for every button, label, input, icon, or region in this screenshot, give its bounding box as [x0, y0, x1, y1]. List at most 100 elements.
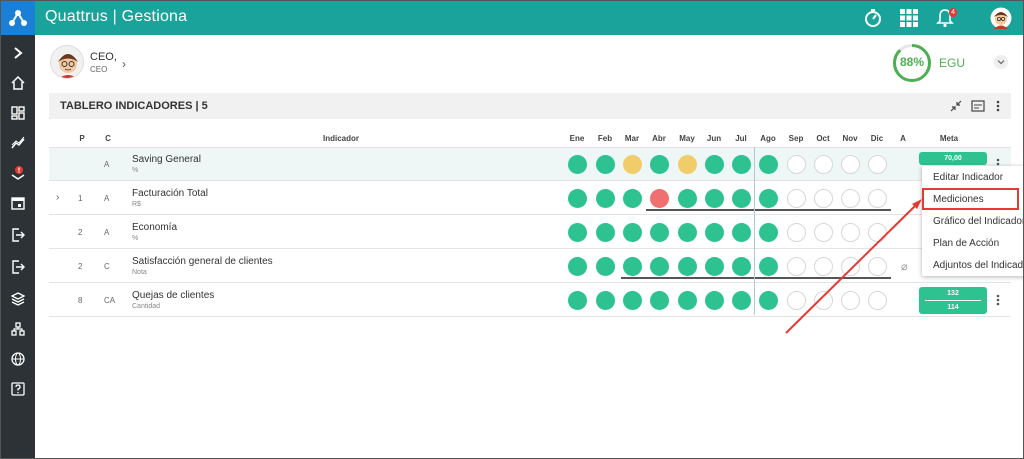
month-status-green[interactable]: [677, 189, 697, 208]
table-row[interactable]: 8 CA Quejas de clientes Cantidad 132 114: [49, 284, 1011, 317]
month-status-empty[interactable]: [786, 223, 806, 242]
user-avatar[interactable]: [50, 45, 84, 79]
month-status-green[interactable]: [758, 291, 778, 310]
month-status-green[interactable]: [731, 155, 751, 174]
menu-item-editar-indicador[interactable]: Editar Indicador: [933, 172, 1003, 183]
indicator-name[interactable]: Quejas de clientes: [132, 290, 214, 301]
table-row[interactable]: 2 C Satisfacción general de clientes Nota ⌀: [49, 250, 1011, 283]
month-status-empty[interactable]: [786, 291, 806, 310]
month-status-green[interactable]: [567, 257, 587, 276]
month-status-green[interactable]: [677, 223, 697, 242]
more-vert-icon[interactable]: [989, 97, 1007, 115]
indicator-name[interactable]: Economía: [132, 222, 177, 233]
chevron-right-icon[interactable]: ›: [56, 192, 59, 203]
month-status-green[interactable]: [567, 155, 587, 174]
table-row[interactable]: 2 A Economía%: [49, 216, 1011, 249]
user-avatar-icon[interactable]: [989, 6, 1013, 30]
dashboard-icon[interactable]: [8, 103, 28, 123]
month-status-green[interactable]: [731, 223, 751, 242]
help-icon[interactable]: [8, 379, 28, 399]
attachment-icon[interactable]: ⌀: [901, 260, 908, 273]
layers-icon[interactable]: [8, 289, 28, 309]
apps-grid-icon[interactable]: [897, 6, 921, 30]
menu-item-grafico-indicador[interactable]: Gráfico del Indicador: [933, 216, 1023, 227]
month-status-empty[interactable]: [840, 257, 860, 276]
bell-icon[interactable]: 4: [933, 6, 957, 30]
month-status-green[interactable]: [704, 155, 724, 174]
alert-icon[interactable]: [8, 163, 28, 183]
month-status-green[interactable]: [649, 223, 669, 242]
month-status-green[interactable]: [567, 291, 587, 310]
month-status-green[interactable]: [649, 291, 669, 310]
month-status-green[interactable]: [567, 223, 587, 242]
month-status-empty[interactable]: [840, 189, 860, 208]
month-status-green[interactable]: [649, 155, 669, 174]
month-status-green[interactable]: [677, 291, 697, 310]
month-status-green[interactable]: [677, 257, 697, 276]
more-vert-icon[interactable]: [996, 294, 1000, 308]
month-status-empty[interactable]: [867, 291, 887, 310]
indicator-name[interactable]: Facturación Total: [132, 188, 208, 199]
menu-item-plan-accion[interactable]: Plan de Acción: [933, 238, 999, 249]
month-status-empty[interactable]: [840, 155, 860, 174]
keyboard-icon[interactable]: [969, 97, 987, 115]
indicator-name[interactable]: Saving General: [132, 154, 201, 165]
month-status-green[interactable]: [731, 257, 751, 276]
month-status-green[interactable]: [595, 189, 615, 208]
month-status-green[interactable]: [758, 223, 778, 242]
stopwatch-icon[interactable]: [861, 6, 885, 30]
month-status-green[interactable]: [567, 189, 587, 208]
month-status-green[interactable]: [758, 155, 778, 174]
month-status-empty[interactable]: [786, 257, 806, 276]
month-status-empty[interactable]: [840, 223, 860, 242]
month-status-green[interactable]: [595, 291, 615, 310]
month-status-green[interactable]: [595, 223, 615, 242]
calendar-icon[interactable]: [8, 193, 28, 213]
month-status-empty[interactable]: [840, 291, 860, 310]
month-status-green[interactable]: [595, 257, 615, 276]
chevron-down-icon[interactable]: [994, 55, 1008, 69]
month-status-empty[interactable]: [786, 155, 806, 174]
month-status-yellow[interactable]: [677, 155, 697, 174]
month-status-green[interactable]: [622, 291, 642, 310]
month-status-empty[interactable]: [813, 257, 833, 276]
month-status-yellow[interactable]: [622, 155, 642, 174]
month-status-green[interactable]: [758, 257, 778, 276]
export-icon[interactable]: [8, 225, 28, 245]
month-status-green[interactable]: [704, 257, 724, 276]
chevron-right-icon[interactable]: [8, 43, 28, 63]
table-row[interactable]: › 1 A Facturación Total R$: [49, 182, 1011, 215]
month-status-empty[interactable]: [867, 189, 887, 208]
month-status-empty[interactable]: [813, 189, 833, 208]
month-status-green[interactable]: [622, 223, 642, 242]
compress-icon[interactable]: [947, 97, 965, 115]
month-status-green[interactable]: [704, 189, 724, 208]
month-status-empty[interactable]: [867, 223, 887, 242]
indicator-name[interactable]: Satisfacción general de clientes: [132, 256, 273, 267]
month-status-empty[interactable]: [867, 257, 887, 276]
month-status-green[interactable]: [731, 291, 751, 310]
menu-item-adjuntos[interactable]: Adjuntos del Indicador: [933, 260, 1023, 271]
org-chart-icon[interactable]: [8, 319, 28, 339]
month-status-green[interactable]: [704, 223, 724, 242]
month-status-red[interactable]: [649, 189, 669, 208]
home-icon[interactable]: [8, 73, 28, 93]
month-status-empty[interactable]: [813, 291, 833, 310]
month-status-green[interactable]: [731, 189, 751, 208]
month-status-green[interactable]: [758, 189, 778, 208]
month-status-green[interactable]: [704, 291, 724, 310]
month-status-green[interactable]: [595, 155, 615, 174]
month-status-empty[interactable]: [813, 223, 833, 242]
logout-icon[interactable]: [8, 257, 28, 277]
month-status-empty[interactable]: [813, 155, 833, 174]
month-status-green[interactable]: [622, 257, 642, 276]
table-row[interactable]: A Saving General% 70,00: [49, 148, 1011, 181]
month-status-green[interactable]: [622, 189, 642, 208]
month-status-green[interactable]: [649, 257, 669, 276]
month-status-empty[interactable]: [786, 189, 806, 208]
chevron-right-icon[interactable]: ›: [122, 57, 126, 71]
globe-icon[interactable]: [8, 349, 28, 369]
trend-icon[interactable]: [8, 133, 28, 153]
app-logo[interactable]: [1, 1, 35, 35]
month-status-empty[interactable]: [867, 155, 887, 174]
